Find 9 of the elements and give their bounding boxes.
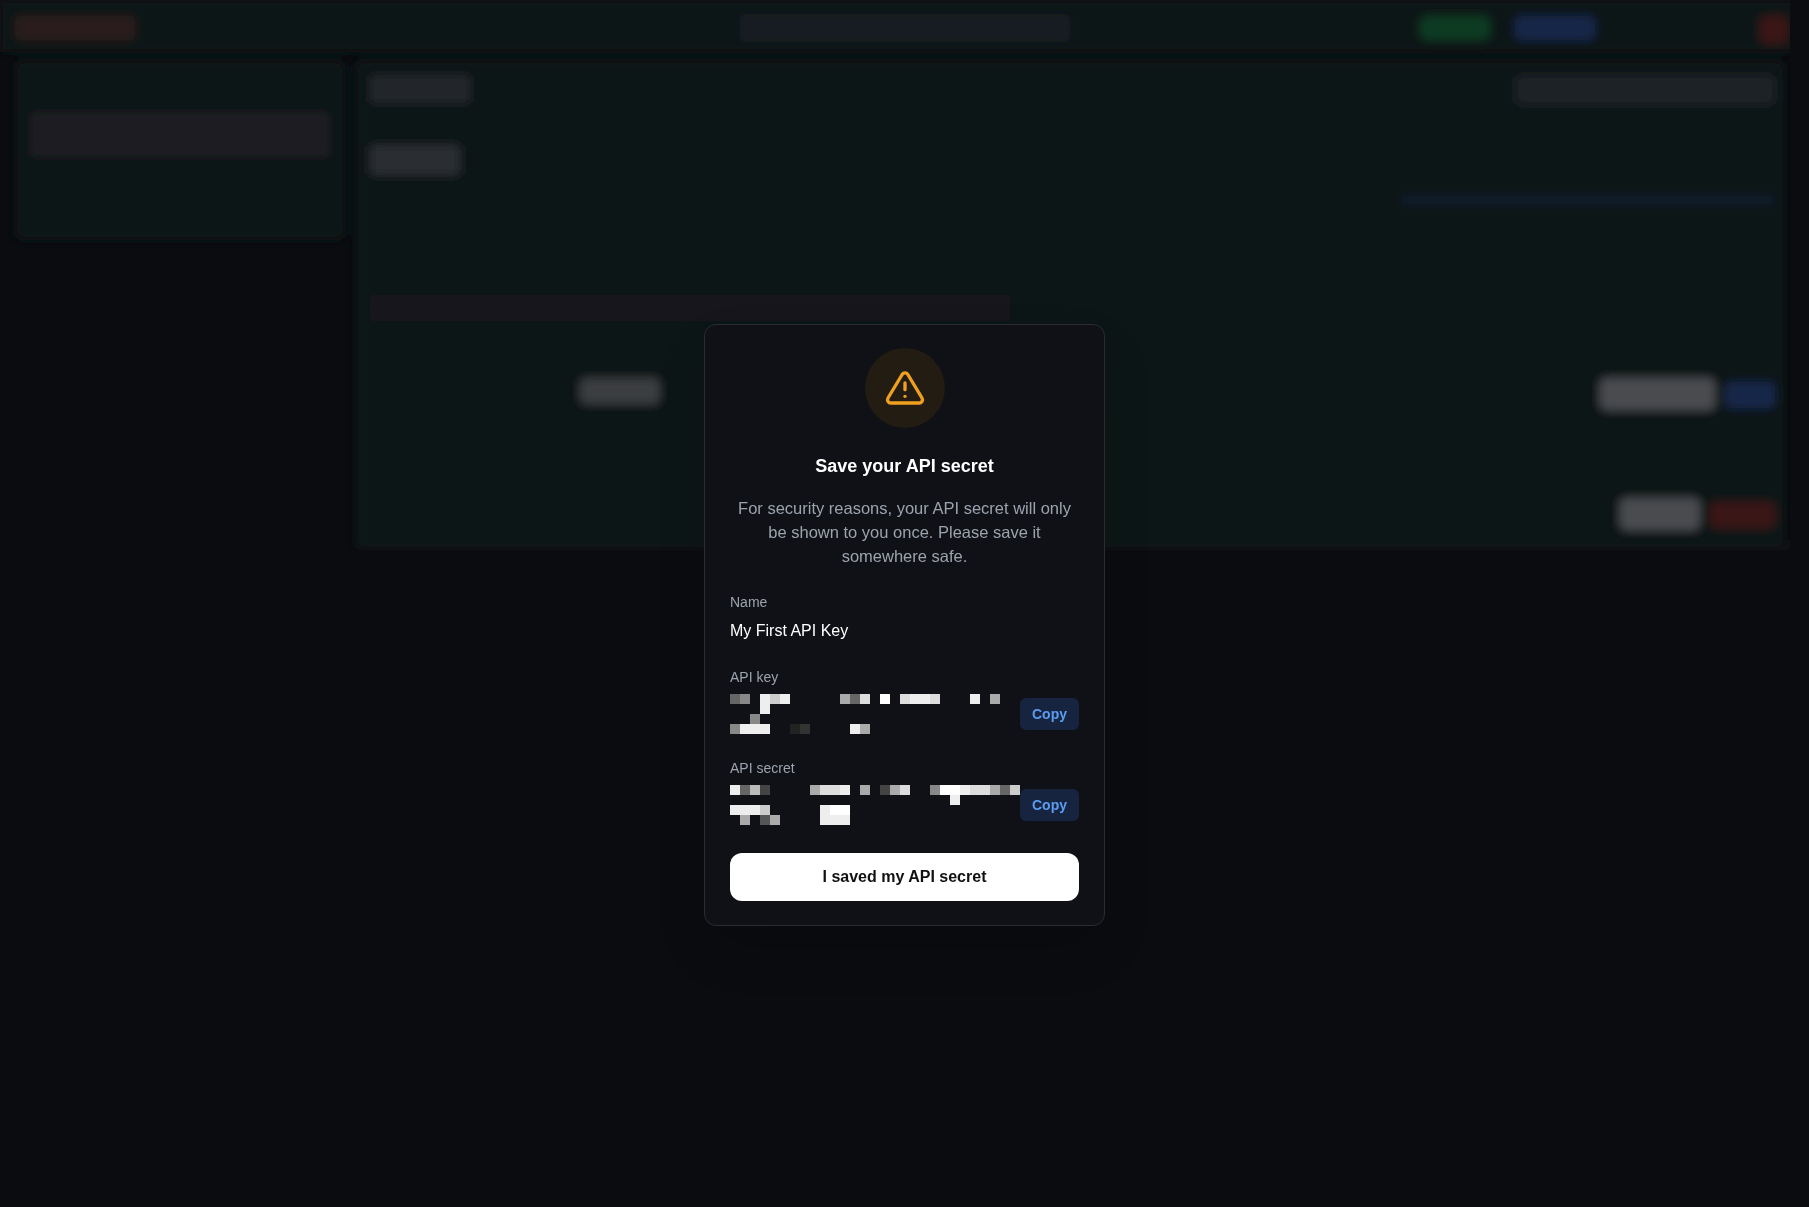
field-label: API key: [730, 668, 780, 687]
confirm-button[interactable]: I saved my API secret: [730, 853, 1079, 901]
field-value: My First API Key: [730, 621, 850, 641]
copy-button[interactable]: Copy: [1020, 789, 1079, 821]
field-label: Name: [730, 593, 769, 612]
copy-button[interactable]: Copy: [1020, 698, 1079, 730]
dialog-message: For security reasons, your API secret will only be shown to you once. Please save it somewhere safe.: [737, 498, 1072, 567]
field-label: API secret: [730, 759, 796, 778]
dialog-title: Save your API secret: [814, 455, 995, 478]
